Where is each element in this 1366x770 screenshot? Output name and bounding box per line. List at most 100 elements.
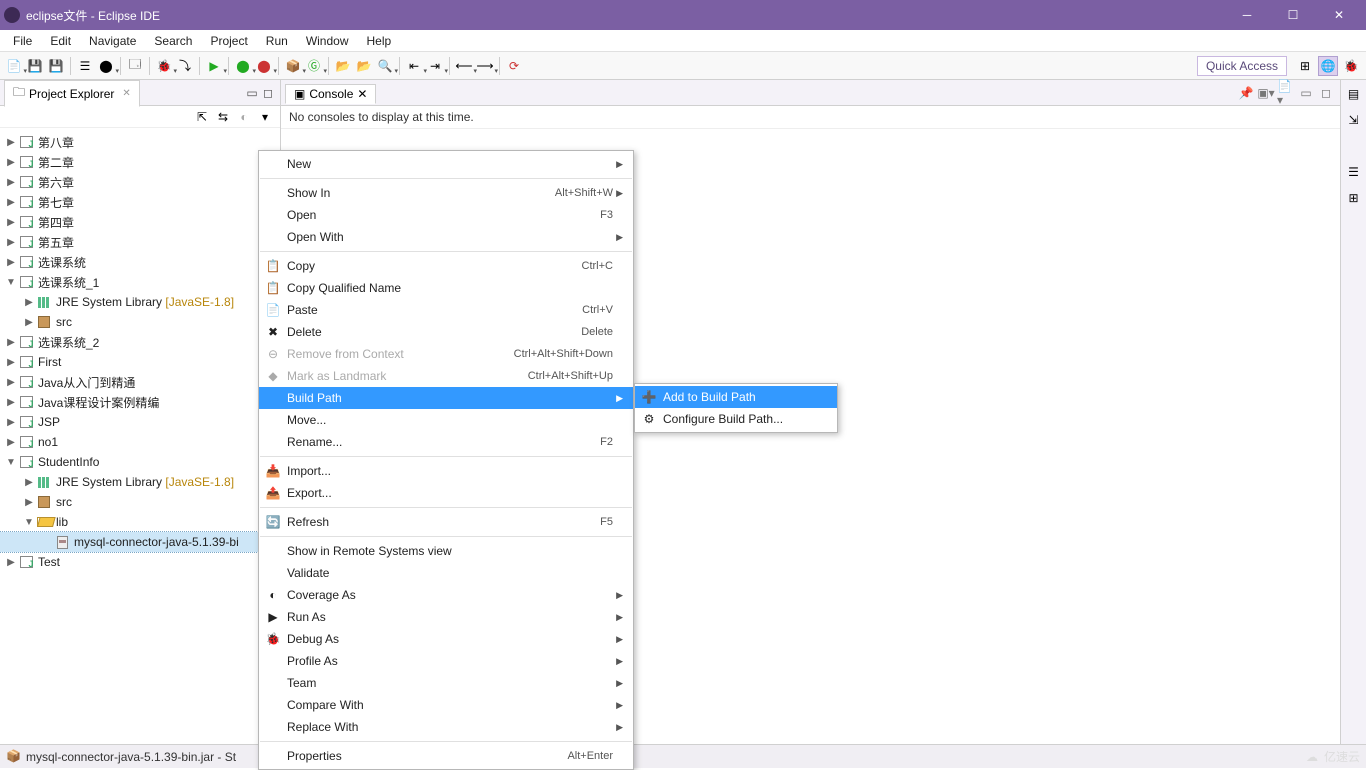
menu-item-team[interactable]: Team▶ bbox=[259, 672, 633, 694]
close-icon[interactable]: ✕ bbox=[357, 87, 367, 101]
menu-item-new[interactable]: New▶ bbox=[259, 153, 633, 175]
menu-item-open[interactable]: OpenF3 bbox=[259, 204, 633, 226]
twisty-icon[interactable]: ▶ bbox=[4, 157, 18, 168]
open-perspective-button[interactable]: ⊞ bbox=[1295, 56, 1315, 76]
menu-project[interactable]: Project bbox=[201, 32, 256, 50]
menu-item-import[interactable]: 📥Import... bbox=[259, 460, 633, 482]
menu-navigate[interactable]: Navigate bbox=[80, 32, 145, 50]
console-tab[interactable]: ▣ Console ✕ bbox=[285, 84, 376, 104]
tree-item[interactable]: ▶第六章 bbox=[0, 172, 280, 192]
tree-item[interactable]: ▶第二章 bbox=[0, 152, 280, 172]
tree-item[interactable]: mysql-connector-java-5.1.39-bi bbox=[0, 532, 280, 552]
debug-perspective[interactable]: 🐞 bbox=[1341, 56, 1361, 76]
twisty-icon[interactable]: ▶ bbox=[4, 197, 18, 208]
twisty-icon[interactable]: ▼ bbox=[4, 457, 18, 468]
open-project-button[interactable]: 📂 bbox=[333, 56, 353, 76]
twisty-icon[interactable]: ▶ bbox=[4, 217, 18, 228]
external-tools-button[interactable]: ⬤▾ bbox=[254, 56, 274, 76]
twisty-icon[interactable]: ▶ bbox=[22, 477, 36, 488]
save-all-button[interactable]: 💾 bbox=[46, 56, 66, 76]
toggle-button[interactable]: ⬤▾ bbox=[96, 56, 116, 76]
build-path-submenu[interactable]: ➕Add to Build Path⚙Configure Build Path.… bbox=[634, 383, 838, 433]
menu-item-show-in[interactable]: Show InAlt+Shift+W▶ bbox=[259, 182, 633, 204]
menu-search[interactable]: Search bbox=[145, 32, 201, 50]
twisty-icon[interactable]: ▶ bbox=[4, 257, 18, 268]
maximize-view-button[interactable]: ◻ bbox=[260, 85, 276, 101]
skip-button[interactable]: ⤵ bbox=[175, 56, 195, 76]
menu-item-add-to-build-path[interactable]: ➕Add to Build Path bbox=[635, 386, 837, 408]
menu-item-copy-qualified-name[interactable]: 📋Copy Qualified Name bbox=[259, 277, 633, 299]
menu-item-replace-with[interactable]: Replace With▶ bbox=[259, 716, 633, 738]
view-menu-button[interactable]: ▾ bbox=[256, 108, 274, 126]
minimize-button[interactable]: ─ bbox=[1224, 0, 1270, 30]
tree-item[interactable]: ▶第八章 bbox=[0, 132, 280, 152]
pin-button[interactable]: ⟳ bbox=[504, 56, 524, 76]
focus-task-button[interactable]: ◐ bbox=[235, 108, 253, 126]
menu-item-move[interactable]: Move... bbox=[259, 409, 633, 431]
menu-item-open-with[interactable]: Open With▶ bbox=[259, 226, 633, 248]
new-java-button[interactable]: 📦▾ bbox=[283, 56, 303, 76]
menu-window[interactable]: Window bbox=[297, 32, 358, 50]
twisty-icon[interactable]: ▶ bbox=[4, 137, 18, 148]
menu-item-validate[interactable]: Validate bbox=[259, 562, 633, 584]
project-tree[interactable]: ▶第八章▶第二章▶第六章▶第七章▶第四章▶第五章▶选课系统▼选课系统_1▶JRE… bbox=[0, 128, 280, 744]
menu-item-show-in-remote-systems-view[interactable]: Show in Remote Systems view bbox=[259, 540, 633, 562]
outline-view-button[interactable]: ▤ bbox=[1344, 84, 1364, 104]
maximize-button[interactable]: ☐ bbox=[1270, 0, 1316, 30]
menu-file[interactable]: File bbox=[4, 32, 41, 50]
minimize-console-button[interactable]: ▭ bbox=[1297, 84, 1315, 102]
twisty-icon[interactable]: ▼ bbox=[22, 517, 36, 528]
new-button[interactable]: 📄▾ bbox=[4, 56, 24, 76]
menu-item-compare-with[interactable]: Compare With▶ bbox=[259, 694, 633, 716]
twisty-icon[interactable]: ▶ bbox=[4, 357, 18, 368]
twisty-icon[interactable]: ▶ bbox=[4, 437, 18, 448]
restore-button[interactable]: ⇲ bbox=[1344, 110, 1364, 130]
run-button[interactable]: ▶▾ bbox=[204, 56, 224, 76]
server-button[interactable]: 🗔 bbox=[125, 56, 145, 76]
close-icon[interactable]: ✕ bbox=[122, 88, 130, 99]
search-button[interactable]: 🔍▾ bbox=[375, 56, 395, 76]
tree-item[interactable]: ▶选课系统 bbox=[0, 252, 280, 272]
tree-item[interactable]: ▶Java从入门到精通 bbox=[0, 372, 280, 392]
project-explorer-tab[interactable]: 🗀 Project Explorer ✕ bbox=[4, 80, 140, 107]
tree-item[interactable]: ▶Test bbox=[0, 552, 280, 572]
tree-item[interactable]: ▶第四章 bbox=[0, 212, 280, 232]
twisty-icon[interactable]: ▼ bbox=[4, 277, 18, 288]
pin-console-button[interactable]: 📌 bbox=[1237, 84, 1255, 102]
back-button[interactable]: ⟵▾ bbox=[454, 56, 474, 76]
tree-item[interactable]: ▶JRE System Library [JavaSE-1.8] bbox=[0, 292, 280, 312]
minimize-view-button[interactable]: ▭ bbox=[244, 85, 260, 101]
tree-item[interactable]: ▼选课系统_1 bbox=[0, 272, 280, 292]
menu-item-copy[interactable]: 📋CopyCtrl+C bbox=[259, 255, 633, 277]
tree-item[interactable]: ▼lib bbox=[0, 512, 280, 532]
twisty-icon[interactable]: ▶ bbox=[4, 237, 18, 248]
menu-edit[interactable]: Edit bbox=[41, 32, 80, 50]
context-menu[interactable]: New▶ Show InAlt+Shift+W▶OpenF3Open With▶ 📋… bbox=[258, 150, 634, 770]
twisty-icon[interactable]: ▶ bbox=[4, 397, 18, 408]
tree-item[interactable]: ▼StudentInfo bbox=[0, 452, 280, 472]
link-editor-button[interactable]: ⇆ bbox=[214, 108, 232, 126]
task-list-button[interactable]: ☰ bbox=[1344, 162, 1364, 182]
menu-item-paste[interactable]: 📄PasteCtrl+V bbox=[259, 299, 633, 321]
menu-item-rename[interactable]: Rename...F2 bbox=[259, 431, 633, 453]
menu-item-refresh[interactable]: 🔄RefreshF5 bbox=[259, 511, 633, 533]
tree-item[interactable]: ▶src bbox=[0, 312, 280, 332]
menu-item-build-path[interactable]: Build Path▶ bbox=[259, 387, 633, 409]
new-class-button[interactable]: Ⓖ▾ bbox=[304, 56, 324, 76]
menu-item-debug-as[interactable]: 🐞Debug As▶ bbox=[259, 628, 633, 650]
annotation-prev-button[interactable]: ⇤▾ bbox=[404, 56, 424, 76]
tree-item[interactable]: ▶JRE System Library [JavaSE-1.8] bbox=[0, 472, 280, 492]
tree-view-button[interactable]: ⊞ bbox=[1344, 188, 1364, 208]
menu-item-profile-as[interactable]: Profile As▶ bbox=[259, 650, 633, 672]
menu-item-delete[interactable]: ✖DeleteDelete bbox=[259, 321, 633, 343]
menu-item-properties[interactable]: PropertiesAlt+Enter bbox=[259, 745, 633, 767]
menu-item-run-as[interactable]: ▶Run As▶ bbox=[259, 606, 633, 628]
twisty-icon[interactable]: ▶ bbox=[22, 317, 36, 328]
twisty-icon[interactable]: ▶ bbox=[4, 337, 18, 348]
twisty-icon[interactable]: ▶ bbox=[22, 297, 36, 308]
maximize-console-button[interactable]: ◻ bbox=[1317, 84, 1335, 102]
menu-run[interactable]: Run bbox=[257, 32, 297, 50]
twisty-icon[interactable]: ▶ bbox=[4, 177, 18, 188]
tree-item[interactable]: ▶选课系统_2 bbox=[0, 332, 280, 352]
menu-item-coverage-as[interactable]: ◐Coverage As▶ bbox=[259, 584, 633, 606]
